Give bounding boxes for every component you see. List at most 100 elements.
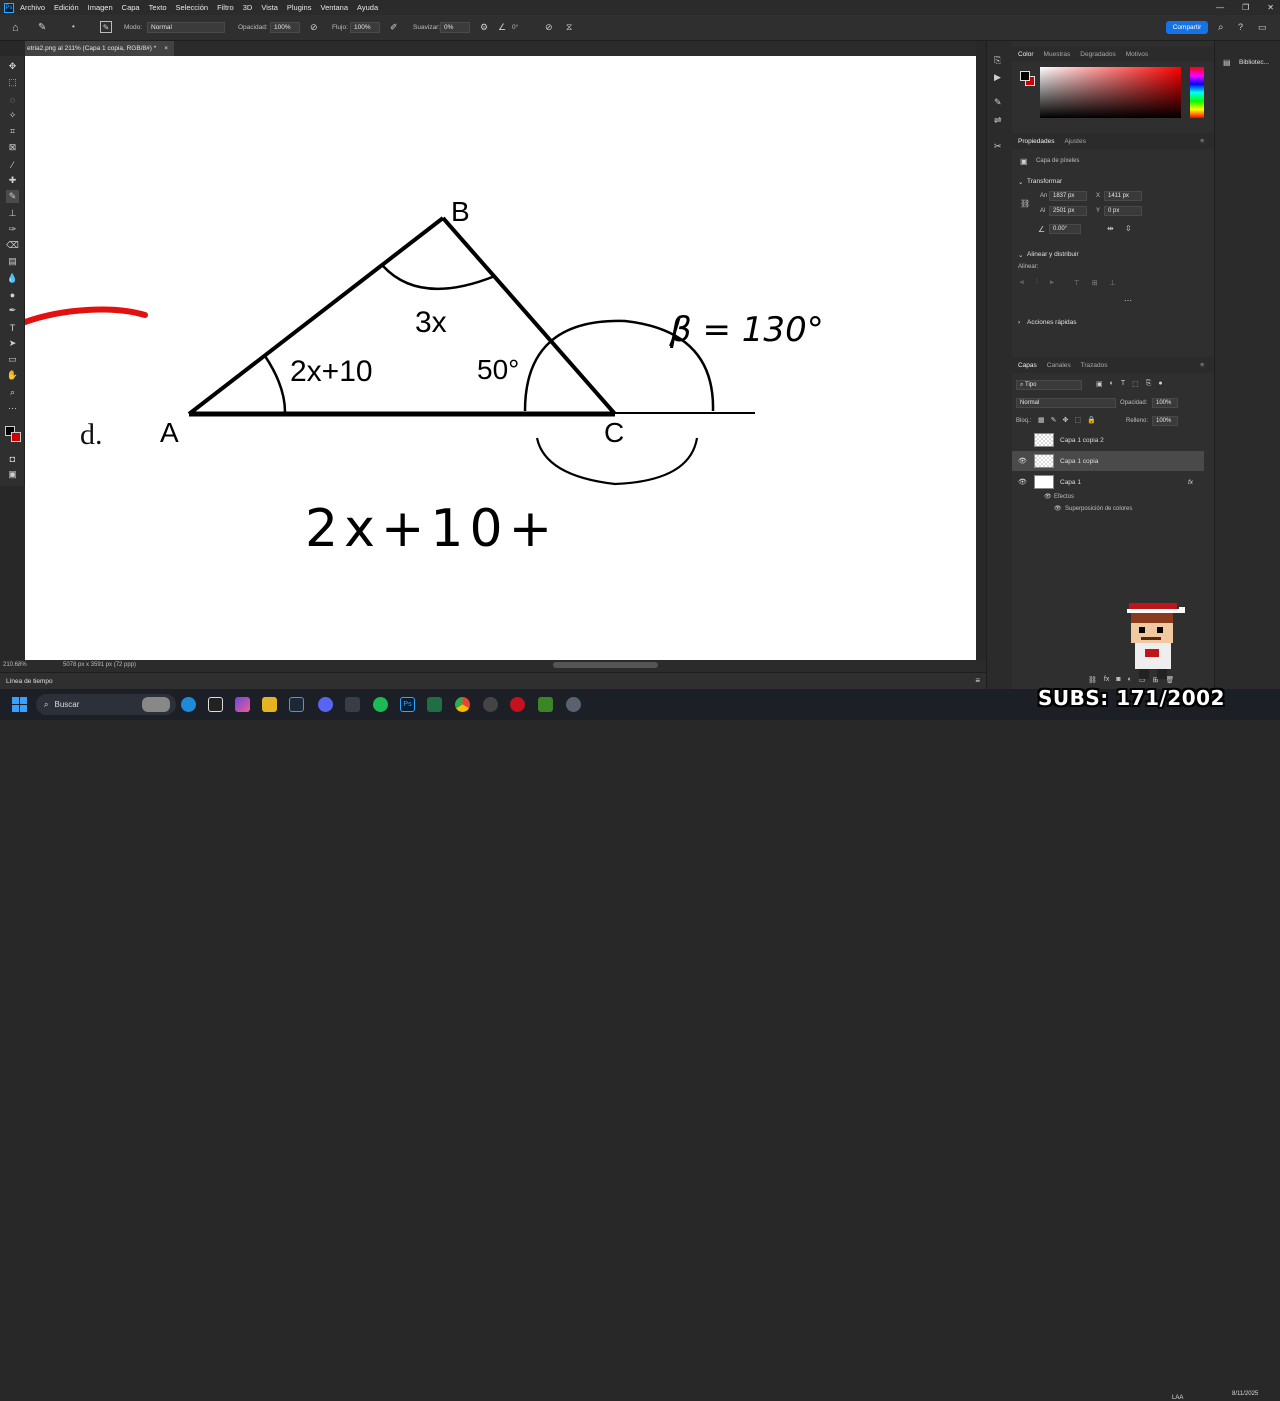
gradient-tool-icon[interactable]: ▤	[6, 255, 19, 268]
transform-section-chevron-icon[interactable]: ⌄	[1018, 178, 1023, 186]
windows-start-icon[interactable]	[12, 697, 27, 712]
effects-eye-icon[interactable]: 👁	[1044, 493, 1052, 500]
menu-ventana[interactable]: Ventana	[320, 3, 348, 12]
layers-menu-icon[interactable]: ≡	[1200, 362, 1204, 369]
filter-smart-icon[interactable]: ⎘	[1146, 380, 1152, 388]
filter-toggle-icon[interactable]: ●	[1158, 380, 1162, 388]
share-button[interactable]: Compartir	[1166, 21, 1208, 34]
effect-name[interactable]: Superposición de colores	[1065, 506, 1132, 512]
filter-adjust-icon[interactable]: ◐	[1110, 380, 1114, 388]
layer-name[interactable]: Capa 1	[1060, 479, 1081, 486]
horizontal-scrollbar[interactable]	[553, 662, 658, 668]
menu-capa[interactable]: Capa	[122, 3, 140, 12]
quick-actions-chevron-icon[interactable]: ›	[1018, 319, 1020, 326]
angle-value[interactable]: 0°	[512, 24, 518, 31]
x-field[interactable]: 1411 px	[1104, 191, 1142, 201]
visibility-eye-icon[interactable]: 👁	[1018, 457, 1027, 465]
eraser-tool-icon[interactable]: ⌫	[6, 239, 19, 252]
lock-position-icon[interactable]: ✥	[1063, 416, 1069, 424]
align-middle-v-icon[interactable]: ⊞	[1092, 279, 1098, 287]
layer-fx-badge[interactable]: fx	[1188, 479, 1193, 486]
marquee-tool-icon[interactable]: ⬚	[6, 76, 19, 89]
libraries-label[interactable]: Bibliotec...	[1239, 59, 1269, 66]
crop-tool-icon[interactable]: ⌗	[6, 125, 19, 138]
tab-patterns[interactable]: Motivos	[1126, 51, 1148, 58]
transform-section-title[interactable]: Transformar	[1027, 178, 1062, 185]
edge-icon[interactable]	[181, 697, 196, 712]
close-window-icon[interactable]: ✕	[1267, 3, 1274, 12]
opera-icon[interactable]	[510, 697, 525, 712]
blend-mode-select[interactable]: Normal	[1016, 398, 1116, 408]
timeline-label[interactable]: Línea de tiempo	[6, 678, 53, 685]
more-options-icon[interactable]: ⋯	[1124, 296, 1132, 305]
app-icon[interactable]	[208, 697, 223, 712]
widget-icon[interactable]	[142, 697, 170, 712]
align-section-title[interactable]: Alinear y distribuir	[1027, 251, 1079, 258]
photoshop-taskbar-icon[interactable]: Ps	[400, 697, 415, 712]
smoothing-gear-icon[interactable]: ⚙	[480, 22, 488, 33]
menu-ayuda[interactable]: Ayuda	[357, 3, 378, 12]
maximize-icon[interactable]: ❐	[1242, 3, 1249, 12]
hue-slider[interactable]	[1190, 67, 1204, 118]
layer-row[interactable]: Capa 1 copia 2	[1012, 430, 1204, 450]
layer-row[interactable]: 👁 Capa 1 copia	[1012, 451, 1204, 471]
menu-imagen[interactable]: Imagen	[88, 3, 113, 12]
tab-adjustments[interactable]: Ajustes	[1065, 138, 1086, 145]
dodge-tool-icon[interactable]: ●	[6, 288, 19, 301]
smoothing-field[interactable]: 0%	[440, 22, 470, 33]
menu-seleccion[interactable]: Selección	[176, 3, 209, 12]
airbrush-icon[interactable]: ✐	[390, 22, 398, 33]
zoom-level[interactable]: 210.68%	[3, 662, 27, 668]
filter-type-icon[interactable]: T	[1121, 380, 1125, 388]
brush-size-icon[interactable]: •	[72, 22, 75, 31]
link-layers-icon[interactable]: ⛓	[1088, 676, 1097, 684]
align-bottom-icon[interactable]: ⊥	[1110, 279, 1116, 287]
properties-menu-icon[interactable]: ≡	[1200, 138, 1204, 145]
healing-tool-icon[interactable]: ✚	[6, 174, 19, 187]
menu-plugins[interactable]: Plugins	[287, 3, 312, 12]
quick-mask-icon[interactable]: ◘	[6, 452, 19, 465]
layer-row[interactable]: 👁 Capa 1 fx	[1012, 472, 1204, 492]
tab-channels[interactable]: Canales	[1047, 362, 1071, 369]
input-language[interactable]: LAA	[1172, 1395, 1183, 1401]
y-field[interactable]: 0 px	[1104, 206, 1142, 216]
excel-icon[interactable]	[427, 697, 442, 712]
layer-opacity-field[interactable]: 100%	[1152, 398, 1178, 408]
panel-menu-icon[interactable]: ≡	[975, 676, 980, 685]
pen-tool-icon[interactable]: ✒	[6, 304, 19, 317]
play-actions-icon[interactable]: ▶	[994, 72, 1001, 83]
lock-all-icon[interactable]: 🔒	[1087, 416, 1096, 424]
brush-settings-icon[interactable]: ✎	[100, 21, 112, 33]
quick-actions-title[interactable]: Acciones rápidas	[1027, 319, 1077, 326]
lock-artboard-icon[interactable]: ⬚	[1074, 416, 1081, 424]
height-field[interactable]: 2501 px	[1049, 206, 1087, 216]
adjust-panel-icon[interactable]: ⇌	[994, 115, 1002, 126]
layer-name[interactable]: Capa 1 copia	[1060, 458, 1098, 465]
symmetry-icon[interactable]: ⧖	[566, 22, 572, 33]
steam-icon[interactable]	[289, 697, 304, 712]
chrome-icon[interactable]	[455, 697, 470, 712]
blur-tool-icon[interactable]: 💧	[6, 272, 19, 285]
stamp-tool-icon[interactable]: ⊥	[6, 207, 19, 220]
hand-tool-icon[interactable]: ✋	[6, 369, 19, 382]
settings-icon[interactable]	[566, 697, 581, 712]
pressure-size-icon[interactable]: ⊘	[545, 22, 553, 33]
type-tool-icon[interactable]: T	[6, 321, 19, 334]
history-panel-icon[interactable]: ⎘	[994, 55, 1001, 66]
spotify-icon[interactable]	[373, 697, 388, 712]
tab-color[interactable]: Color	[1018, 51, 1034, 58]
app-icon[interactable]	[345, 697, 360, 712]
menu-edicion[interactable]: Edición	[54, 3, 79, 12]
menu-3d[interactable]: 3D	[243, 3, 253, 12]
align-right-icon[interactable]: ⫸	[1050, 279, 1054, 287]
effect-eye-icon[interactable]: 👁	[1054, 505, 1062, 512]
path-select-tool-icon[interactable]: ➤	[6, 337, 19, 350]
lock-transparency-icon[interactable]: ▦	[1038, 416, 1045, 424]
menu-vista[interactable]: Vista	[261, 3, 278, 12]
libraries-panel-collapsed[interactable]: ▤ Bibliotec...	[1127, 41, 1280, 689]
filter-shape-icon[interactable]: ⬚	[1132, 380, 1139, 388]
flip-horizontal-icon[interactable]: ⇹	[1107, 224, 1114, 233]
link-dimensions-icon[interactable]: ⛓	[1020, 199, 1030, 208]
brush-settings-panel-icon[interactable]: ✎	[994, 97, 1002, 108]
align-left-icon[interactable]: ⫷	[1020, 279, 1024, 287]
